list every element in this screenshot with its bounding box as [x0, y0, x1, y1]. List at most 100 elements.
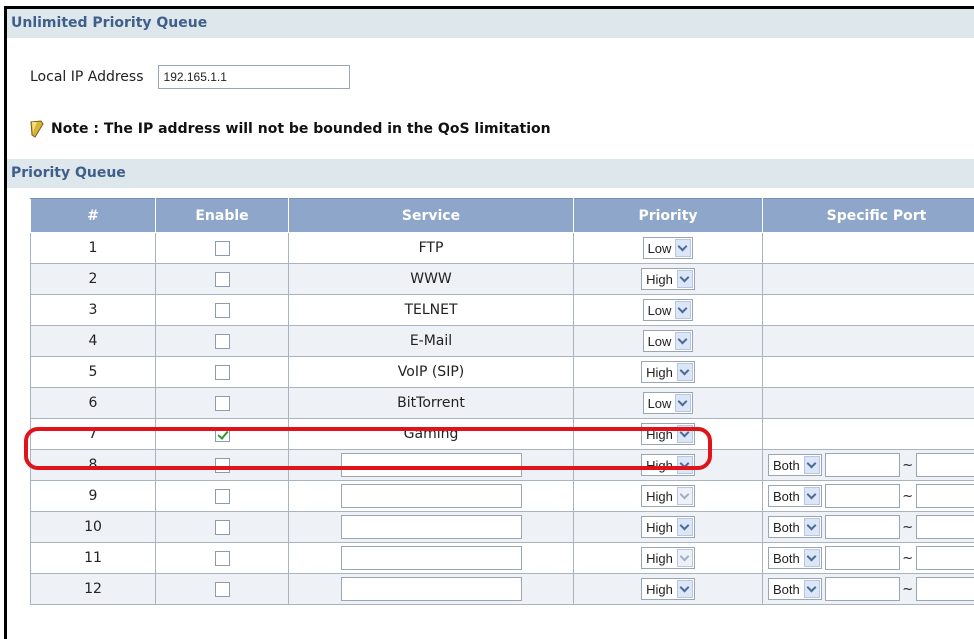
col-header-service: Service: [288, 198, 574, 233]
protocol-select[interactable]: Both: [768, 485, 822, 507]
table-row: 3 TELNET Low: [30, 294, 974, 326]
protocol-select[interactable]: Both: [768, 547, 822, 569]
specific-port-cell: [762, 387, 974, 419]
chevron-down-icon[interactable]: [675, 239, 692, 257]
enable-checkbox[interactable]: [214, 240, 230, 256]
chevron-down-icon[interactable]: [676, 518, 693, 536]
port-end-input[interactable]: [915, 515, 974, 539]
priority-select[interactable]: High: [641, 578, 695, 600]
port-end-input[interactable]: [915, 484, 974, 508]
row-number: 1: [30, 232, 156, 264]
chevron-down-icon[interactable]: [676, 425, 693, 443]
chevron-down-icon[interactable]: [803, 549, 820, 567]
port-start-input[interactable]: [824, 515, 900, 539]
service-name-input[interactable]: [340, 453, 522, 477]
protocol-select[interactable]: Both: [768, 578, 822, 600]
enable-checkbox[interactable]: [214, 519, 230, 535]
port-range-separator: ~: [902, 581, 914, 597]
service-name-input[interactable]: [340, 515, 522, 539]
enable-checkbox[interactable]: [214, 364, 230, 380]
priority-select[interactable]: High: [641, 516, 695, 538]
service-name-input[interactable]: [340, 577, 522, 601]
priority-queue-title: Priority Queue: [7, 159, 974, 188]
table-header-row: # Enable Service Priority Specific Port: [30, 198, 974, 233]
row-number: 6: [30, 387, 156, 419]
local-ip-input[interactable]: 192.165.1.1: [157, 65, 350, 89]
enable-checkbox[interactable]: [214, 581, 230, 597]
enable-checkbox[interactable]: [214, 457, 230, 473]
chevron-down-icon[interactable]: [675, 394, 692, 412]
enable-checkbox[interactable]: [214, 302, 230, 318]
protocol-select[interactable]: Both: [768, 516, 822, 538]
row-number: 7: [30, 418, 156, 450]
note-text: Note : The IP address will not be bounde…: [51, 121, 551, 137]
table-row: 9 High Both ~: [30, 480, 974, 512]
table-row: 5 VoIP (SIP) High: [30, 356, 974, 388]
table-row: 1 FTP Low: [30, 232, 974, 264]
service-name-input[interactable]: [340, 546, 522, 570]
port-end-input[interactable]: [915, 453, 974, 477]
table-row: 7 Gaming High: [30, 418, 974, 450]
chevron-down-icon[interactable]: [676, 456, 693, 474]
chevron-down-icon[interactable]: [676, 580, 693, 598]
service-name: VoIP (SIP): [288, 356, 574, 388]
priority-queue-table: # Enable Service Priority Specific Port …: [30, 198, 974, 605]
table-row: 2 WWW High: [30, 263, 974, 295]
service-name: FTP: [288, 232, 574, 264]
priority-select[interactable]: Low: [642, 237, 694, 259]
port-range-separator: ~: [902, 519, 914, 535]
enable-checkbox[interactable]: [214, 488, 230, 504]
chevron-down-icon[interactable]: [803, 580, 820, 598]
table-row: 12 High Both ~: [30, 573, 974, 605]
chevron-down-icon[interactable]: [676, 487, 693, 505]
priority-select[interactable]: High: [641, 268, 695, 290]
priority-select[interactable]: Low: [642, 330, 694, 352]
row-number: 10: [30, 511, 156, 543]
row-number: 2: [30, 263, 156, 295]
port-start-input[interactable]: [824, 453, 900, 477]
service-name-input[interactable]: [340, 484, 522, 508]
unlimited-priority-queue-title: Unlimited Priority Queue: [7, 9, 974, 38]
specific-port-cell: [762, 356, 974, 388]
specific-port-cell: [762, 325, 974, 357]
note-pencil-icon: [29, 120, 45, 138]
priority-select[interactable]: High: [641, 361, 695, 383]
local-ip-row: Local IP Address 192.165.1.1: [30, 63, 350, 91]
enable-checkbox[interactable]: [214, 426, 230, 442]
port-end-input[interactable]: [915, 577, 974, 601]
row-number: 11: [30, 542, 156, 574]
enable-checkbox[interactable]: [214, 271, 230, 287]
chevron-down-icon[interactable]: [675, 301, 692, 319]
chevron-down-icon[interactable]: [803, 518, 820, 536]
chevron-down-icon[interactable]: [675, 332, 692, 350]
priority-select[interactable]: High: [641, 423, 695, 445]
service-name: Gaming: [288, 418, 574, 450]
chevron-down-icon[interactable]: [676, 363, 693, 381]
priority-select[interactable]: Low: [642, 299, 694, 321]
port-end-input[interactable]: [915, 546, 974, 570]
enable-checkbox[interactable]: [214, 550, 230, 566]
table-row: 11 High Both ~: [30, 542, 974, 574]
port-start-input[interactable]: [824, 484, 900, 508]
specific-port-cell: [762, 418, 974, 450]
col-header-number: #: [30, 198, 156, 233]
table-row: 10 High Both ~: [30, 511, 974, 543]
protocol-select[interactable]: Both: [768, 454, 822, 476]
priority-select[interactable]: High: [641, 547, 695, 569]
priority-select[interactable]: High: [641, 485, 695, 507]
chevron-down-icon[interactable]: [803, 487, 820, 505]
chevron-down-icon[interactable]: [803, 456, 820, 474]
row-number: 3: [30, 294, 156, 326]
row-number: 5: [30, 356, 156, 388]
chevron-down-icon[interactable]: [676, 270, 693, 288]
chevron-down-icon[interactable]: [676, 549, 693, 567]
priority-select[interactable]: Low: [642, 392, 694, 414]
enable-checkbox[interactable]: [214, 395, 230, 411]
enable-checkbox[interactable]: [214, 333, 230, 349]
port-start-input[interactable]: [824, 546, 900, 570]
port-start-input[interactable]: [824, 577, 900, 601]
port-range-separator: ~: [902, 488, 914, 504]
note: Note : The IP address will not be bounde…: [29, 120, 551, 138]
row-number: 4: [30, 325, 156, 357]
priority-select[interactable]: High: [641, 454, 695, 476]
